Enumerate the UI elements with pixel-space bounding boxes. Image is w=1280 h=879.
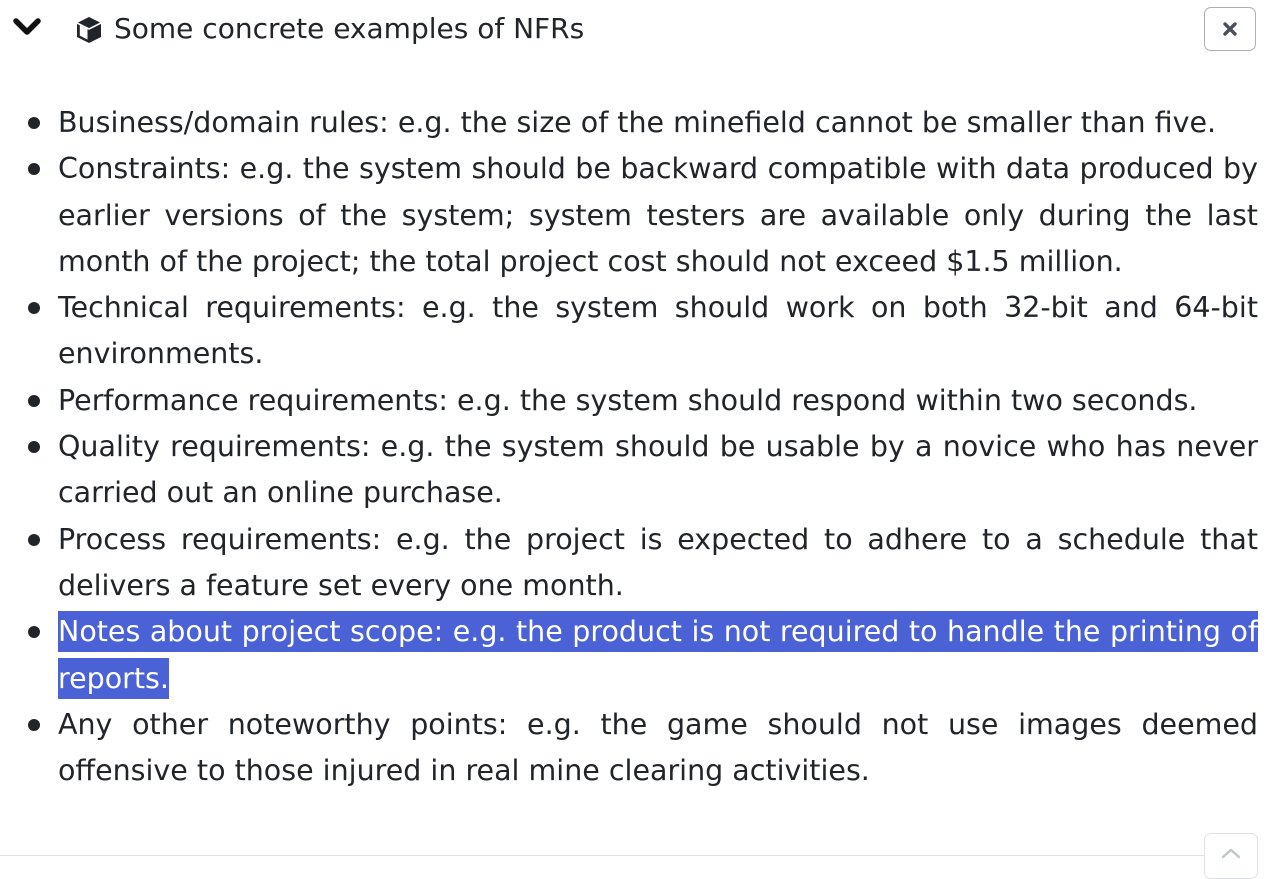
selected-text[interactable]: Notes about project scope: e.g. the prod…: [58, 611, 1258, 699]
close-button[interactable]: [1204, 7, 1256, 51]
list-item: Process requirements: e.g. the project i…: [28, 517, 1258, 610]
list-item: Technical requirements: e.g. the system …: [28, 285, 1258, 378]
list-item: Constraints: e.g. the system should be b…: [28, 146, 1258, 285]
divider: [0, 855, 1204, 856]
list-item: Any other noteworthy points: e.g. the ga…: [28, 702, 1258, 795]
list-item: Business/domain rules: e.g. the size of …: [28, 100, 1258, 146]
close-icon: [1223, 22, 1237, 36]
panel-body: Business/domain rules: e.g. the size of …: [0, 100, 1280, 794]
nfr-list: Business/domain rules: e.g. the size of …: [0, 100, 1280, 794]
list-item-selected: Notes about project scope: e.g. the prod…: [28, 609, 1258, 702]
chevron-up-icon: [1221, 848, 1241, 859]
box-icon: [76, 17, 102, 43]
list-item: Quality requirements: e.g. the system sh…: [28, 424, 1258, 517]
chevron-down-icon[interactable]: [12, 12, 42, 42]
panel-header: Some concrete examples of NFRs: [0, 0, 1280, 70]
panel-title: Some concrete examples of NFRs: [114, 12, 585, 45]
scroll-top-button[interactable]: [1204, 833, 1258, 879]
list-item: Performance requirements: e.g. the syste…: [28, 378, 1258, 424]
